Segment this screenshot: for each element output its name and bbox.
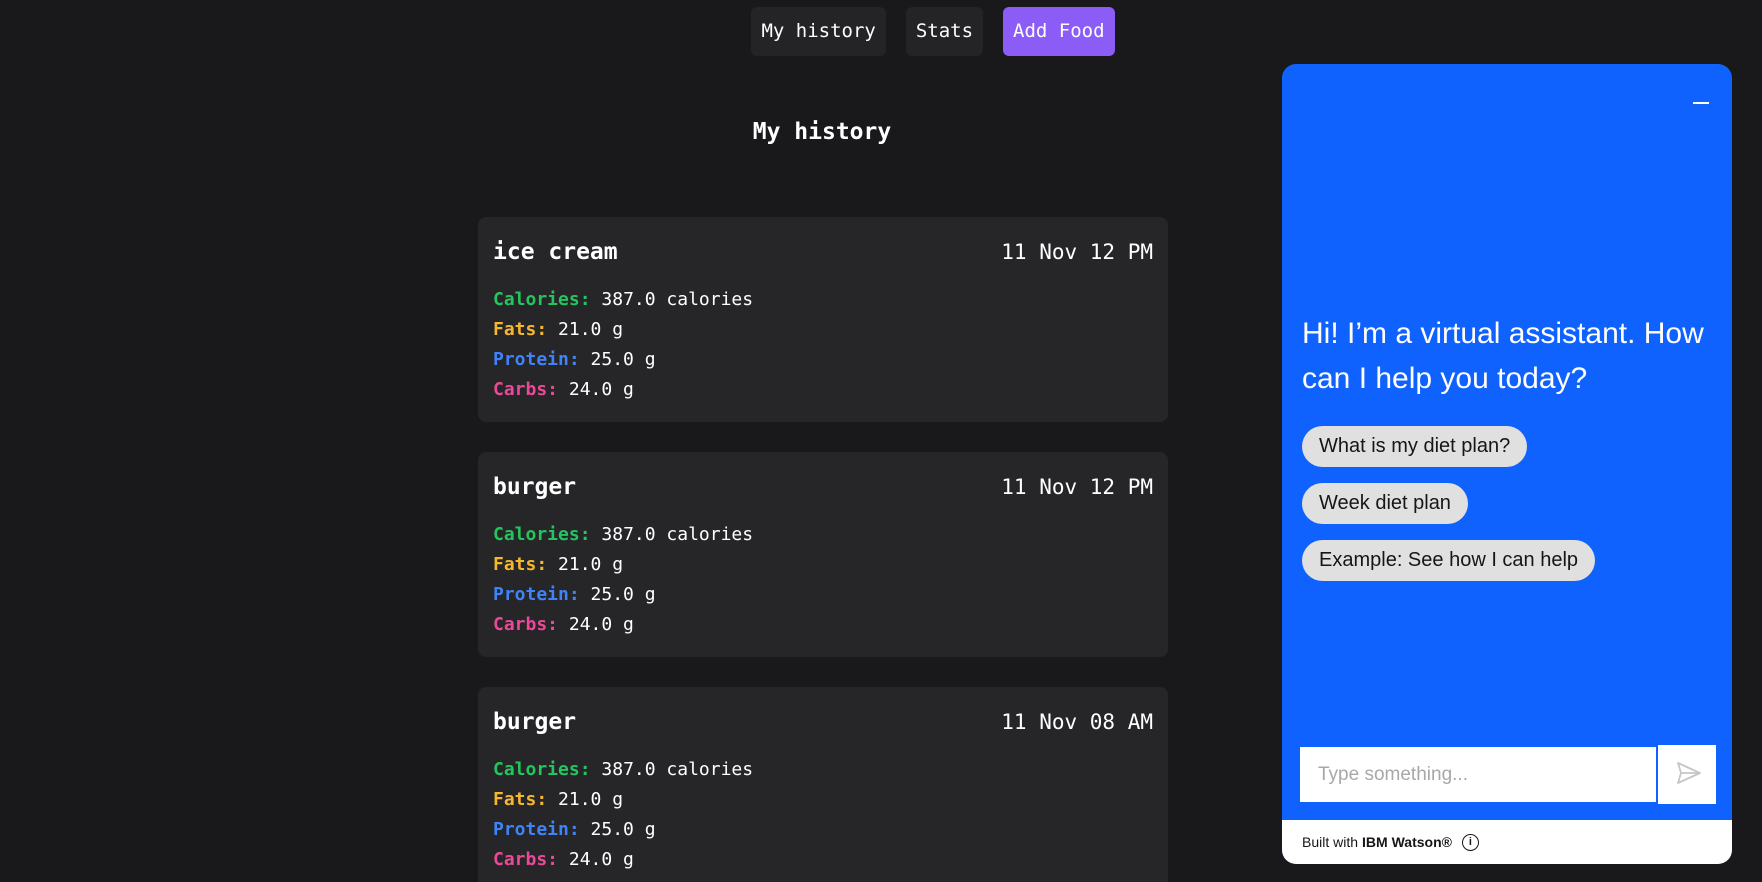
fats-label: Fats: — [493, 789, 548, 810]
calories-row: Calories: 387.0 calories — [493, 755, 1153, 785]
food-name: ice cream — [493, 238, 618, 265]
food-name: burger — [493, 708, 577, 735]
nav-stats-button[interactable]: Stats — [905, 7, 984, 56]
history-list: ice cream 11 Nov 12 PM Calories: 387.0 c… — [478, 217, 1168, 882]
protein-row: Protein: 25.0 g — [493, 345, 1153, 375]
fats-label: Fats: — [493, 319, 548, 340]
history-card: ice cream 11 Nov 12 PM Calories: 387.0 c… — [478, 217, 1168, 422]
carbs-value: 24.0 g — [568, 849, 634, 870]
minimize-icon — [1693, 102, 1709, 104]
fats-value: 21.0 g — [558, 789, 624, 810]
protein-label: Protein: — [493, 819, 580, 840]
protein-row: Protein: 25.0 g — [493, 815, 1153, 845]
send-icon — [1677, 762, 1701, 784]
fats-row: Fats: 21.0 g — [493, 785, 1153, 815]
fats-label: Fats: — [493, 554, 548, 575]
carbs-row: Carbs: 24.0 g — [493, 375, 1153, 405]
protein-value: 25.0 g — [590, 819, 656, 840]
chat-input-bar — [1298, 745, 1716, 804]
carbs-label: Carbs: — [493, 614, 559, 635]
nutrient-list: Calories: 387.0 calories Fats: 21.0 g Pr… — [493, 520, 1153, 640]
chat-greeting: Hi! I’m a virtual assistant. How can I h… — [1302, 317, 1704, 395]
fats-row: Fats: 21.0 g — [493, 315, 1153, 345]
calories-row: Calories: 387.0 calories — [493, 285, 1153, 315]
nutrient-list: Calories: 387.0 calories Fats: 21.0 g Pr… — [493, 285, 1153, 405]
suggestion-week-diet-plan[interactable]: Week diet plan — [1302, 483, 1468, 524]
send-button[interactable] — [1658, 745, 1716, 804]
carbs-label: Carbs: — [493, 379, 559, 400]
calories-value: 387.0 calories — [601, 524, 754, 545]
fats-row: Fats: 21.0 g — [493, 550, 1153, 580]
protein-value: 25.0 g — [590, 349, 656, 370]
minimize-button[interactable] — [1684, 84, 1716, 116]
suggestion-list: What is my diet plan? Week diet plan Exa… — [1302, 426, 1596, 597]
carbs-row: Carbs: 24.0 g — [493, 845, 1153, 875]
protein-value: 25.0 g — [590, 584, 656, 605]
history-card: burger 11 Nov 12 PM Calories: 387.0 calo… — [478, 452, 1168, 657]
calories-label: Calories: — [493, 524, 591, 545]
nav-my-history-button[interactable]: My history — [751, 7, 886, 56]
entry-timestamp: 11 Nov 12 PM — [1001, 474, 1153, 499]
fats-value: 21.0 g — [558, 319, 624, 340]
top-nav: My history Stats Add Food — [0, 7, 1762, 56]
entry-timestamp: 11 Nov 08 AM — [1001, 709, 1153, 734]
history-card: burger 11 Nov 08 AM Calories: 387.0 calo… — [478, 687, 1168, 882]
carbs-value: 24.0 g — [568, 379, 634, 400]
protein-label: Protein: — [493, 584, 580, 605]
chat-input[interactable] — [1298, 745, 1658, 804]
info-icon[interactable]: i — [1461, 833, 1479, 851]
calories-label: Calories: — [493, 759, 591, 780]
nav-add-food-button[interactable]: Add Food — [1003, 7, 1115, 56]
carbs-row: Carbs: 24.0 g — [493, 610, 1153, 640]
calories-row: Calories: 387.0 calories — [493, 520, 1153, 550]
suggestion-example[interactable]: Example: See how I can help — [1302, 540, 1596, 581]
chat-widget: Hi! I’m a virtual assistant. How can I h… — [1282, 64, 1732, 864]
calories-value: 387.0 calories — [601, 289, 754, 310]
protein-label: Protein: — [493, 349, 580, 370]
calories-label: Calories: — [493, 289, 591, 310]
footer-prefix: Built with — [1302, 834, 1359, 850]
suggestion-diet-plan[interactable]: What is my diet plan? — [1302, 426, 1528, 467]
nutrient-list: Calories: 387.0 calories Fats: 21.0 g Pr… — [493, 755, 1153, 875]
calories-value: 387.0 calories — [601, 759, 754, 780]
protein-row: Protein: 25.0 g — [493, 580, 1153, 610]
food-name: burger — [493, 473, 577, 500]
fats-value: 21.0 g — [558, 554, 624, 575]
chat-footer: Built with IBM Watson® i — [1282, 820, 1732, 864]
entry-timestamp: 11 Nov 12 PM — [1001, 239, 1153, 264]
carbs-value: 24.0 g — [568, 614, 634, 635]
footer-brand: IBM Watson® — [1362, 834, 1452, 850]
carbs-label: Carbs: — [493, 849, 559, 870]
